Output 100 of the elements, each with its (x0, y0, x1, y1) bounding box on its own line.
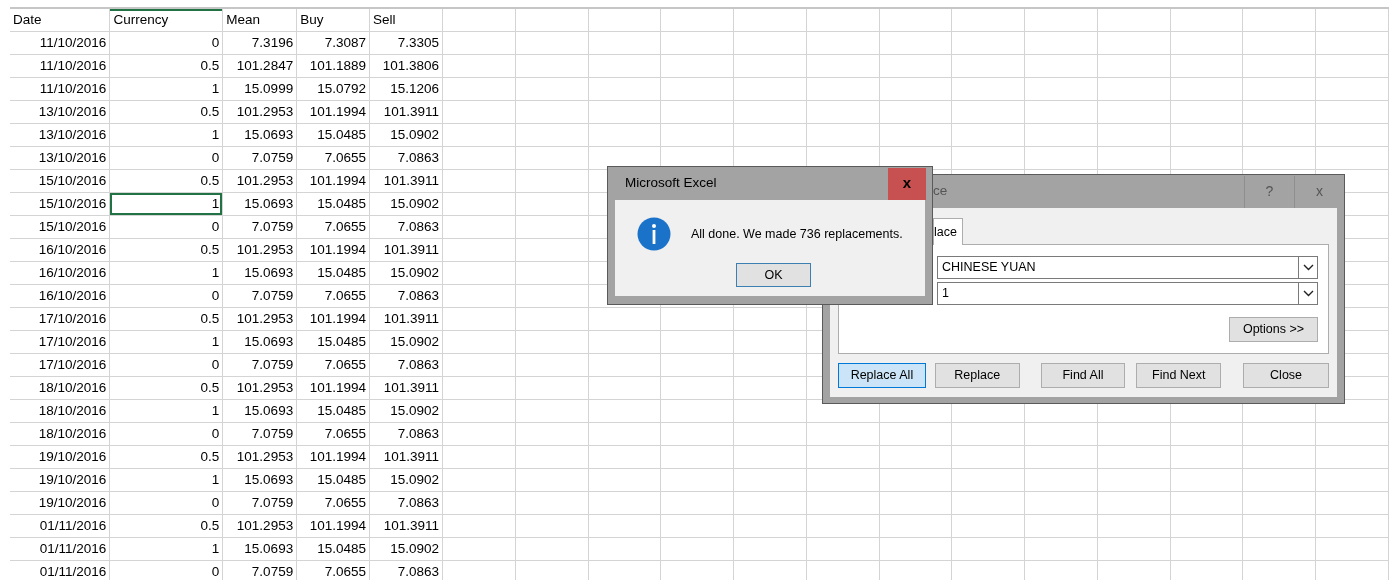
table-cell: 16/10/2016 (10, 238, 110, 262)
table-cell: 16/10/2016 (10, 261, 110, 285)
dialog-title: Microsoft Excel (625, 174, 718, 193)
table-cell: 01/11/2016 (10, 514, 110, 538)
table-cell: 0.5 (109, 238, 223, 262)
dialog-button[interactable]: Replace All (838, 362, 926, 388)
table-cell: 17/10/2016 (10, 353, 110, 377)
table-cell: 101.3911 (369, 307, 443, 331)
table-cell: 101.1994 (296, 514, 370, 538)
table-cell: 11/10/2016 (10, 31, 110, 55)
table-cell: 101.3911 (369, 169, 443, 193)
table-cell: 15.0485 (296, 330, 370, 354)
table-cell: 15.1206 (369, 77, 443, 101)
table-cell: 7.3305 (369, 31, 443, 55)
table-cell: 7.0759 (222, 284, 297, 308)
table-cell: 0 (109, 491, 223, 515)
table-cell: 19/10/2016 (10, 491, 110, 515)
table-cell: 18/10/2016 (10, 399, 110, 423)
table-cell: 13/10/2016 (10, 100, 110, 124)
find-what-field[interactable]: CHINESE YUAN (937, 255, 1318, 279)
table-cell: 15.0693 (222, 261, 297, 285)
table-cell: 15.0485 (296, 123, 370, 147)
table-cell: 1 (109, 192, 223, 216)
table-cell: 15.0485 (296, 537, 370, 561)
table-cell: 7.0863 (369, 146, 443, 170)
table-cell: 101.2953 (222, 376, 297, 400)
table-cell: 15.0693 (222, 537, 297, 561)
table-cell: 7.0759 (222, 422, 297, 446)
table-cell: 01/11/2016 (10, 560, 110, 580)
table-cell: 19/10/2016 (10, 468, 110, 492)
table-cell: 0.5 (109, 445, 223, 469)
table-cell: 7.0655 (296, 215, 370, 239)
table-cell: 15.0693 (222, 330, 297, 354)
table-cell: 11/10/2016 (10, 54, 110, 78)
table-cell: 101.1994 (296, 238, 370, 262)
table-cell: 15.0693 (222, 192, 297, 216)
dialog-button[interactable]: Find All (1040, 362, 1126, 388)
table-cell: 7.0759 (222, 215, 297, 239)
table-cell: 101.2953 (222, 307, 297, 331)
table-cell: 1 (109, 123, 223, 147)
table-cell: 7.0863 (369, 215, 443, 239)
table-cell: 7.0863 (369, 560, 443, 580)
table-cell: 101.2953 (222, 100, 297, 124)
table-cell: 101.3806 (369, 54, 443, 78)
table-cell: 0.5 (109, 376, 223, 400)
table-cell: 18/10/2016 (10, 376, 110, 400)
table-cell: 101.1994 (296, 376, 370, 400)
window-close-button[interactable]: x (888, 167, 926, 200)
dialog-button[interactable]: Find Next (1136, 362, 1222, 388)
column-header: Buy (296, 8, 370, 32)
table-cell: 7.0863 (369, 422, 443, 446)
replace-with-field[interactable]: 1 (937, 281, 1318, 305)
table-cell: 15.0485 (296, 192, 370, 216)
table-cell: 0.5 (109, 307, 223, 331)
table-cell: 101.2953 (222, 514, 297, 538)
table-cell: 15.0693 (222, 399, 297, 423)
table-cell: 101.1994 (296, 307, 370, 331)
ok-button[interactable]: OK (736, 263, 811, 287)
table-cell: 0 (109, 560, 223, 580)
table-cell: 15.0902 (369, 468, 443, 492)
dialog-button[interactable]: Close (1243, 362, 1329, 388)
table-cell: 101.3911 (369, 100, 443, 124)
table-cell: 101.3911 (369, 376, 443, 400)
table-cell: 15.0693 (222, 468, 297, 492)
table-cell: 7.0655 (296, 284, 370, 308)
table-cell: 15.0792 (296, 77, 370, 101)
table-cell: 7.0863 (369, 353, 443, 377)
table-cell: 0 (109, 31, 223, 55)
table-cell: 15.0902 (369, 399, 443, 423)
column-header: Date (10, 8, 110, 32)
table-cell: 101.2953 (222, 445, 297, 469)
table-cell: 0 (109, 215, 223, 239)
table-cell: 1 (109, 399, 223, 423)
table-cell: 15.0485 (296, 468, 370, 492)
options-button[interactable]: Options >> (1229, 316, 1318, 342)
table-cell: 17/10/2016 (10, 330, 110, 354)
table-cell: 101.2953 (222, 238, 297, 262)
table-cell: 7.0655 (296, 146, 370, 170)
table-cell: 15.0485 (296, 261, 370, 285)
dialog-button[interactable]: Replace (934, 362, 1020, 388)
table-cell: 7.0655 (296, 422, 370, 446)
table-cell: 1 (109, 330, 223, 354)
table-cell: 16/10/2016 (10, 284, 110, 308)
table-cell: 1 (109, 77, 223, 101)
dialog-title: ce (933, 182, 948, 201)
table-cell: 15.0902 (369, 330, 443, 354)
table-cell: 101.1889 (296, 54, 370, 78)
table-cell: 101.1994 (296, 169, 370, 193)
table-cell: 15.0902 (369, 261, 443, 285)
table-cell: 15/10/2016 (10, 192, 110, 216)
table-cell: 0 (109, 146, 223, 170)
table-cell: 15.0485 (296, 399, 370, 423)
column-header: Mean (222, 8, 297, 32)
table-cell: 7.0863 (369, 491, 443, 515)
table-cell: 15.0902 (369, 192, 443, 216)
table-cell: 0 (109, 422, 223, 446)
dialog-tab[interactable]: lace (933, 218, 963, 245)
message-text: All done. We made 736 replacements. (691, 225, 903, 243)
table-cell: 15.0693 (222, 123, 297, 147)
table-cell: 13/10/2016 (10, 123, 110, 147)
